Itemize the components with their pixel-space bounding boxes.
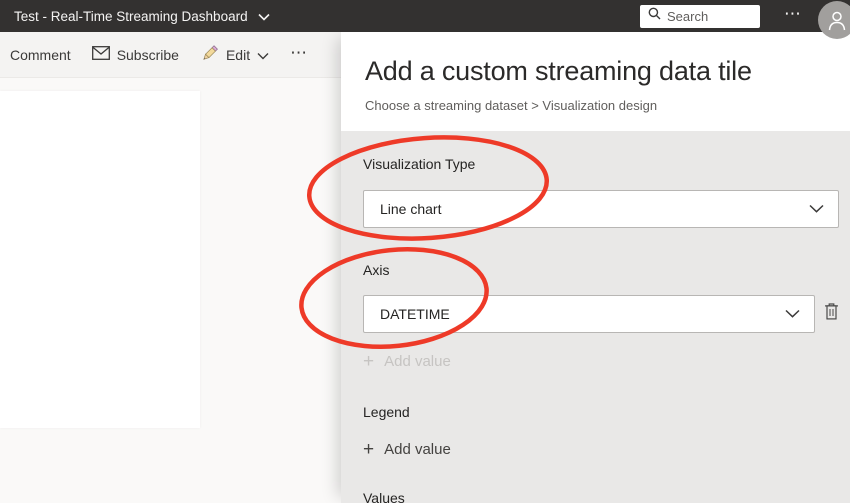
legend-label: Legend: [363, 404, 410, 420]
subscribe-button[interactable]: Subscribe: [91, 46, 179, 63]
plus-icon: +: [363, 351, 375, 372]
pencil-icon: [200, 44, 219, 66]
delete-axis-button[interactable]: [824, 303, 839, 325]
envelope-icon: [91, 46, 110, 63]
dashboard-title: Test - Real-Time Streaming Dashboard: [14, 8, 248, 24]
chevron-down-icon: [785, 305, 800, 323]
search-input[interactable]: [667, 8, 745, 24]
search-icon: [648, 7, 661, 25]
edit-button-label: Edit: [225, 46, 251, 63]
toolbar-more-button[interactable]: ⋯: [290, 43, 308, 63]
dashboard-toolbar: Comment Subscribe Edit ⋯: [0, 32, 341, 78]
subscribe-button-label: Subscribe: [116, 46, 179, 63]
comment-button[interactable]: Comment: [10, 47, 71, 63]
more-options-button[interactable]: ⋯: [782, 4, 804, 24]
user-avatar[interactable]: [818, 0, 850, 39]
dashboard-title-menu[interactable]: Test - Real-Time Streaming Dashboard: [14, 9, 270, 24]
chevron-down-icon: [258, 9, 270, 24]
axis-field-row: DATETIME: [363, 295, 839, 333]
legend-add-value-label: Add value: [384, 441, 451, 458]
search-box[interactable]: [640, 4, 760, 28]
visualization-type-select[interactable]: Line chart: [363, 190, 839, 228]
breadcrumb: Choose a streaming dataset > Visualizati…: [365, 98, 658, 113]
edit-menu-button[interactable]: Edit: [200, 44, 269, 66]
axis-add-value-button: + Add value: [363, 351, 839, 372]
values-label: Values: [363, 490, 405, 503]
trash-icon: [824, 303, 839, 325]
add-tile-panel: Add a custom streaming data tile Choose …: [341, 32, 850, 503]
dashboard-area: Comment Subscribe Edit ⋯: [0, 32, 341, 503]
legend-add-value-button[interactable]: + Add value: [363, 439, 839, 460]
visualization-type-value: Line chart: [380, 201, 442, 217]
axis-select[interactable]: DATETIME: [363, 295, 815, 333]
dashboard-canvas-tile: [0, 91, 200, 428]
axis-value: DATETIME: [380, 306, 450, 322]
top-bar: Test - Real-Time Streaming Dashboard ⋯: [0, 0, 850, 39]
chevron-down-icon: [257, 47, 269, 63]
panel-body: Visualization Type Line chart Axis DATET…: [341, 131, 850, 503]
comment-button-label: Comment: [10, 46, 71, 63]
visualization-type-label: Visualization Type: [363, 156, 476, 172]
app-window: Test - Real-Time Streaming Dashboard ⋯ C…: [0, 0, 850, 503]
chevron-down-icon: [809, 200, 824, 218]
axis-label: Axis: [363, 262, 390, 278]
plus-icon: +: [363, 439, 375, 460]
panel-header: Add a custom streaming data tile Choose …: [341, 32, 850, 131]
axis-add-value-label: Add value: [384, 353, 451, 370]
panel-title: Add a custom streaming data tile: [365, 56, 752, 86]
